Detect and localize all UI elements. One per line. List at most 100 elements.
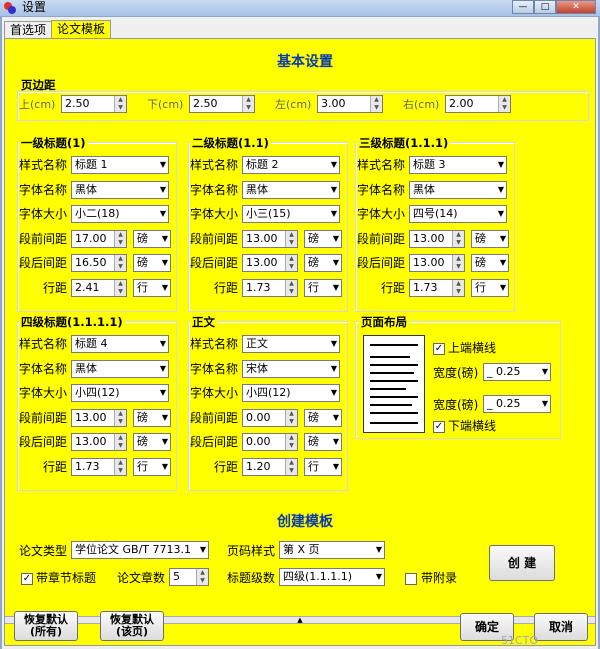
h4-space-after-label: 段后间距 [19,435,68,449]
top-width-label: 宽度(磅) [433,366,479,380]
h2-space-before-field[interactable]: 13.00 ▲ ▼ [242,229,298,248]
tab-preferences[interactable]: 首选项 [4,21,53,39]
h3-font-select[interactable]: 黑体 ▼ [409,180,507,199]
body-space-after-unit-select[interactable]: 磅 ▼ [304,433,342,451]
body-group-title: 正文 [190,314,217,330]
h1-line-spacing-field[interactable]: 2.41 ▲ ▼ [71,278,127,297]
body-space-after-field[interactable]: 0.00 ▲ ▼ [242,433,298,451]
cancel-button[interactable]: 取消 [534,613,588,641]
margin-left-label: 左(cm) [275,98,312,111]
chapters-count-field[interactable]: 5 ▲ ▼ [169,568,209,586]
h2-space-before-unit-select[interactable]: 磅 ▼ [304,229,342,248]
bottom-line-checkbox[interactable]: ✓ [433,421,445,433]
bottom-line-width-select[interactable]: _ 0.25 ▼ [483,395,551,413]
h2-space-after-label: 段后间距 [190,256,239,270]
h3-space-after-field[interactable]: 13.00 ▲ ▼ [409,254,465,272]
create-button[interactable]: 创 建 [489,545,555,581]
chapter-title-checkbox[interactable]: ✓ [21,573,33,585]
h3-size-select[interactable]: 四号(14) ▼ [409,205,507,223]
basic-settings-title: 基本设置 [277,54,333,70]
h1-space-before-unit-select[interactable]: 磅 ▼ [133,229,171,248]
body-line-spacing-field[interactable]: 1.20 ▲ ▼ [242,457,298,476]
body-size-select[interactable]: 小四(12) ▼ [242,384,340,402]
h3-space-before-unit-select[interactable]: 磅 ▼ [471,229,509,248]
h1-line-spacing-label: 行距 [43,280,68,295]
body-line-spacing-unit-select[interactable]: 行 ▼ [304,457,342,476]
close-button[interactable]: ✕ [556,0,596,14]
appendix-checkbox[interactable] [405,573,417,585]
h3-space-after-label: 段后间距 [357,256,406,270]
h2-style-select[interactable]: 标题 2 ▼ [242,156,340,174]
h1-line-spacing-unit-select[interactable]: 行 ▼ [133,278,171,297]
thesis-type-select[interactable]: 学位论文 GB/T 7713.1 ▼ [71,541,209,559]
h4-space-before-unit-select[interactable]: 磅 ▼ [133,408,171,427]
top-line-width-select[interactable]: _ 0.25 ▼ [483,363,551,381]
h3-size-select-label: 字体大小 [357,207,406,221]
h4-space-after-field[interactable]: 13.00 ▲ ▼ [71,433,127,451]
h3-style-select-label: 样式名称 [357,158,406,172]
tab-thesis-template[interactable]: 论文模板 [51,20,112,39]
h1-group-title: 一级标题(1) [19,135,88,151]
restore-default-all-button[interactable]: 恢复默认 (所有) [14,611,78,641]
h3-space-after-unit-select[interactable]: 磅 ▼ [471,254,509,272]
bottom-line-label: 下端横线 [448,419,497,433]
h2-line-spacing-label: 行距 [214,280,239,295]
top-line-label: 上端横线 [448,341,497,355]
h4-group-title: 四级标题(1.1.1.1) [19,314,125,330]
h3-space-before-field[interactable]: 13.00 ▲ ▼ [409,229,465,248]
h2-line-spacing-unit-select[interactable]: 行 ▼ [304,278,342,297]
h4-style-select-label: 样式名称 [19,337,68,351]
maximize-button[interactable]: □ [534,0,556,14]
body-size-select-label: 字体大小 [190,386,239,400]
h1-size-select[interactable]: 小二(18) ▼ [71,205,169,223]
margin-bottom-label: 下(cm) [147,98,184,111]
h3-line-spacing-field[interactable]: 1.73 ▲ ▼ [409,278,465,297]
h2-font-select[interactable]: 黑体 ▼ [242,180,340,199]
restore-default-page-button[interactable]: 恢复默认 (该页) [100,611,164,641]
h2-space-after-field[interactable]: 13.00 ▲ ▼ [242,254,298,272]
h2-font-select-label: 字体名称 [190,182,239,197]
h3-line-spacing-unit-select[interactable]: 行 ▼ [471,278,509,297]
h1-style-select[interactable]: 标题 1 ▼ [71,156,169,174]
page-number-style-label: 页码样式 [227,544,276,558]
h2-space-after-unit-select[interactable]: 磅 ▼ [304,254,342,272]
h4-style-select[interactable]: 标题 4 ▼ [71,335,169,353]
bottom-width-label: 宽度(磅) [433,398,479,412]
body-line-spacing-label: 行距 [214,459,239,474]
body-font-select[interactable]: 宋体 ▼ [242,359,340,378]
margin-right-field[interactable]: 2.00 ▲ ▼ [445,95,511,113]
h1-font-select-label: 字体名称 [19,182,68,197]
chapters-count-label: 论文章数 [117,571,166,585]
h4-space-before-field[interactable]: 13.00 ▲ ▼ [71,408,127,427]
h1-font-select[interactable]: 黑体 ▼ [71,180,169,199]
minimize-button[interactable]: — [512,0,534,14]
h2-line-spacing-field[interactable]: 1.73 ▲ ▼ [242,278,298,297]
create-template-title: 创建模板 [277,514,333,530]
body-style-select[interactable]: 正文 ▼ [242,335,340,353]
body-font-select-label: 字体名称 [190,361,239,376]
h3-style-select[interactable]: 标题 3 ▼ [409,156,507,174]
body-space-before-unit-select[interactable]: 磅 ▼ [304,408,342,427]
h1-space-before-field[interactable]: 17.00 ▲ ▼ [71,229,127,248]
top-line-checkbox[interactable]: ✓ [433,343,445,355]
margin-top-field[interactable]: 2.50 ▲ ▼ [61,95,127,113]
h1-space-before-label: 段前间距 [19,231,68,246]
h2-size-select[interactable]: 小三(15) ▼ [242,205,340,223]
body-space-before-field[interactable]: 0.00 ▲ ▼ [242,408,298,427]
h1-space-after-unit-select[interactable]: 磅 ▼ [133,254,171,272]
heading-level-select[interactable]: 四级(1.1.1.1) ▼ [279,568,385,586]
h4-space-after-unit-select[interactable]: 磅 ▼ [133,433,171,451]
h1-space-after-field[interactable]: 16.50 ▲ ▼ [71,254,127,272]
margin-left-field[interactable]: 3.00 ▲ ▼ [317,95,383,113]
h4-line-spacing-unit-select[interactable]: 行 ▼ [133,457,171,476]
h4-line-spacing-label: 行距 [43,459,68,474]
h2-group-title: 二级标题(1.1) [190,135,271,151]
page-layout-title: 页面布局 [359,314,409,330]
h4-font-select[interactable]: 黑体 ▼ [71,359,169,378]
h4-line-spacing-field[interactable]: 1.73 ▲ ▼ [71,457,127,476]
margin-bottom-field[interactable]: 2.50 ▲ ▼ [189,95,255,113]
h4-size-select[interactable]: 小四(12) ▼ [71,384,169,402]
h1-space-after-label: 段后间距 [19,256,68,270]
page-number-style-select[interactable]: 第 X 页 ▼ [279,541,385,559]
h1-style-select-label: 样式名称 [19,158,68,172]
